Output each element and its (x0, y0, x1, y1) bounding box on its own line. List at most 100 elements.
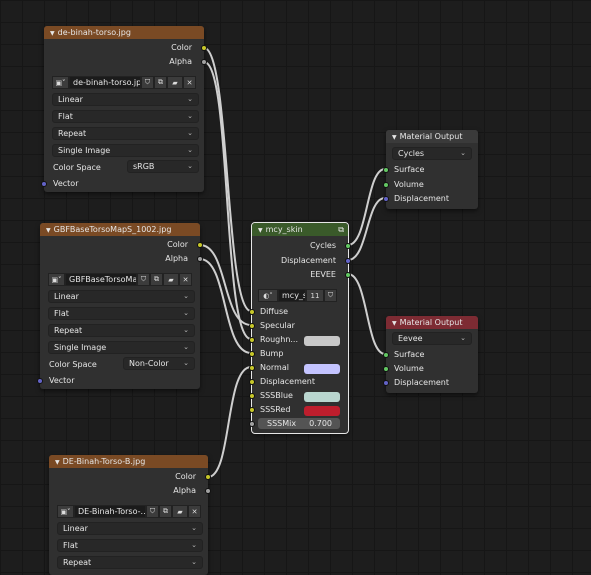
colorspace-dropdown[interactable]: sRGB ⌄ (127, 160, 199, 173)
projection-dropdown[interactable]: Flat ⌄ (57, 539, 203, 552)
fake-user-shield-icon[interactable]: ⛉ (141, 76, 154, 89)
input-displacement-socket[interactable] (383, 380, 389, 386)
roughness-color-swatch[interactable] (304, 336, 340, 346)
fake-user-shield-icon[interactable]: ⛉ (146, 505, 159, 518)
extension-dropdown[interactable]: Repeat ⌄ (52, 127, 199, 140)
input-surface-label: Surface (394, 350, 425, 359)
input-volume-socket[interactable] (383, 366, 389, 372)
dropdown-value: Flat (58, 112, 73, 121)
node-group-icon[interactable]: ⧉ (338, 223, 344, 236)
fake-user-shield-icon[interactable]: ⛉ (137, 273, 150, 286)
node-header[interactable]: ▼ Material Output (386, 316, 478, 329)
node-header[interactable]: ▼ DE-Binah-Torso-B.jpg (49, 455, 208, 468)
fake-user-shield-icon[interactable]: ⛉ (324, 289, 337, 302)
collapse-arrow-icon[interactable]: ▼ (55, 459, 60, 466)
input-surface-socket[interactable] (383, 352, 389, 358)
group-node-mcy-skin[interactable]: ▼ mcy_skin ⧉ Cycles Displacement EEVEE ◐˅ … (249, 222, 351, 434)
unlink-close-icon[interactable]: ✕ (188, 505, 201, 518)
render-target-dropdown[interactable]: Eevee ⌄ (392, 332, 472, 345)
input-sssblue-socket[interactable] (249, 393, 255, 399)
image-texture-node-1[interactable]: ▼ de-binah-torso.jpg Color Alpha ▣˅ de-bi… (41, 26, 207, 192)
sssmix-slider[interactable]: SSSMix 0.700 (258, 418, 340, 429)
duplicate-icon[interactable]: ⧉ (154, 76, 167, 89)
interpolation-dropdown[interactable]: Linear ⌄ (57, 522, 203, 535)
image-name-field[interactable]: GBFBaseTorsoMa... (65, 273, 137, 286)
unlink-close-icon[interactable]: ✕ (179, 273, 192, 286)
input-volume-label: Volume (394, 364, 424, 373)
node-title: mcy_skin (265, 225, 303, 234)
interpolation-dropdown[interactable]: Linear ⌄ (48, 290, 195, 303)
extension-dropdown[interactable]: Repeat ⌄ (48, 324, 195, 337)
material-output-node-cycles[interactable]: ▼ Material Output Cycles ⌄ Surface Volume … (383, 130, 478, 209)
output-eevee-socket[interactable] (345, 272, 351, 278)
input-roughness-socket[interactable] (249, 337, 255, 343)
input-displacement-socket[interactable] (249, 379, 255, 385)
image-browse-icon[interactable]: ▣˅ (48, 273, 65, 286)
input-specular-socket[interactable] (249, 323, 255, 329)
chevron-down-icon: ⌄ (191, 524, 197, 532)
image-texture-node-2[interactable]: ▼ GBFBaseTorsoMapS_1002.jpg Color Alpha ▣… (37, 223, 203, 389)
render-target-dropdown[interactable]: Cycles ⌄ (392, 147, 472, 160)
unlink-close-icon[interactable]: ✕ (183, 76, 196, 89)
output-color-label: Color (171, 43, 192, 52)
input-vector-socket[interactable] (37, 378, 43, 384)
image-name-field[interactable]: de-binah-torso.jpg (69, 76, 141, 89)
output-color-socket[interactable] (197, 242, 203, 248)
node-header[interactable]: ▼ Material Output (386, 130, 478, 143)
node-tree-name-field[interactable]: mcy_s (278, 289, 306, 302)
extension-dropdown[interactable]: Repeat ⌄ (57, 556, 203, 569)
chevron-down-icon: ⌄ (187, 112, 193, 120)
image-browse-icon[interactable]: ▣˅ (52, 76, 69, 89)
collapse-arrow-icon[interactable]: ▼ (392, 320, 397, 327)
input-diffuse-socket[interactable] (249, 309, 255, 315)
input-sssmix-socket[interactable] (249, 421, 255, 427)
input-volume-socket[interactable] (383, 182, 389, 188)
node-header[interactable]: ▼ de-binah-torso.jpg (44, 26, 204, 39)
output-alpha-socket[interactable] (197, 256, 203, 262)
node-tree-browse-icon[interactable]: ◐˅ (258, 289, 278, 302)
input-bump-socket[interactable] (249, 351, 255, 357)
input-vector-label: Vector (53, 179, 79, 188)
output-alpha-label: Alpha (165, 254, 188, 263)
projection-dropdown[interactable]: Flat ⌄ (48, 307, 195, 320)
image-browse-icon[interactable]: ▣˅ (57, 505, 74, 518)
image-name-field[interactable]: DE-Binah-Torso-... (74, 505, 146, 518)
node-title: DE-Binah-Torso-B.jpg (62, 457, 146, 466)
output-color-socket[interactable] (201, 45, 207, 51)
dropdown-value: Single Image (54, 343, 107, 352)
open-folder-icon[interactable]: ▰ (172, 505, 188, 518)
output-alpha-socket[interactable] (205, 488, 211, 494)
input-normal-socket[interactable] (249, 365, 255, 371)
collapse-arrow-icon[interactable]: ▼ (46, 227, 51, 234)
colorspace-dropdown[interactable]: Non-Color ⌄ (123, 357, 195, 370)
collapse-arrow-icon[interactable]: ▼ (258, 227, 263, 234)
input-surface-socket[interactable] (383, 167, 389, 173)
projection-dropdown[interactable]: Flat ⌄ (52, 110, 199, 123)
input-vector-label: Vector (49, 376, 75, 385)
material-output-node-eevee[interactable]: ▼ Material Output Eevee ⌄ Surface Volume D… (383, 316, 478, 393)
collapse-arrow-icon[interactable]: ▼ (392, 134, 397, 141)
output-alpha-socket[interactable] (201, 59, 207, 65)
dropdown-value: Linear (54, 292, 79, 301)
input-sssred-socket[interactable] (249, 407, 255, 413)
normal-color-swatch[interactable] (304, 364, 340, 374)
duplicate-icon[interactable]: ⧉ (150, 273, 163, 286)
collapse-arrow-icon[interactable]: ▼ (50, 30, 55, 37)
image-texture-node-3[interactable]: ▼ DE-Binah-Torso-B.jpg Color Alpha ▣˅ DE-… (49, 455, 211, 575)
interpolation-dropdown[interactable]: Linear ⌄ (52, 93, 199, 106)
node-header[interactable]: ▼ GBFBaseTorsoMapS_1002.jpg (40, 223, 200, 236)
open-folder-icon[interactable]: ▰ (167, 76, 183, 89)
node-header[interactable]: ▼ mcy_skin ⧉ (252, 223, 348, 236)
output-displacement-socket[interactable] (345, 258, 351, 264)
open-folder-icon[interactable]: ▰ (163, 273, 179, 286)
input-vector-socket[interactable] (41, 181, 47, 187)
output-cycles-socket[interactable] (345, 243, 351, 249)
sssblue-color-swatch[interactable] (304, 392, 340, 402)
sssred-color-swatch[interactable] (304, 406, 340, 416)
source-dropdown[interactable]: Single Image ⌄ (48, 341, 195, 354)
source-dropdown[interactable]: Single Image ⌄ (52, 144, 199, 157)
output-color-socket[interactable] (205, 474, 211, 480)
input-displacement-socket[interactable] (383, 196, 389, 202)
users-count-button[interactable]: 11 (306, 289, 324, 302)
duplicate-icon[interactable]: ⧉ (159, 505, 172, 518)
